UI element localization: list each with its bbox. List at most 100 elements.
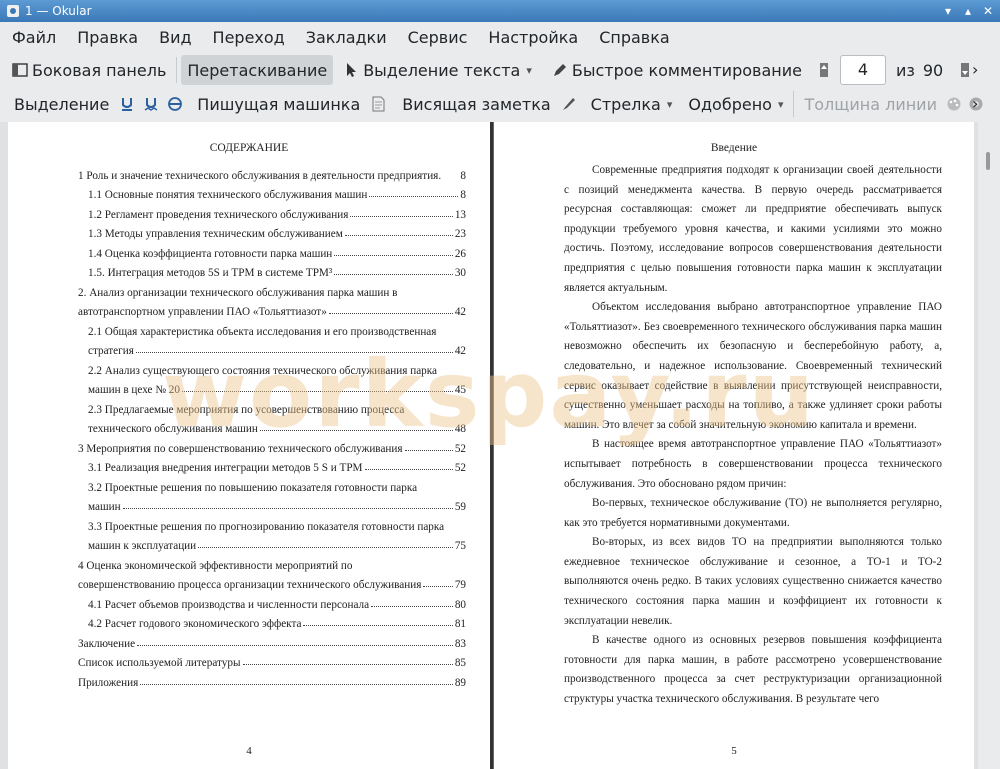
text-selection-button[interactable]: Выделение текста ▾ — [337, 55, 538, 85]
toc-entry-text: 2.3 Предлагаемые мероприятия по усоверше… — [88, 403, 405, 416]
toc-entry-page: 45 — [454, 384, 466, 396]
toc-entry-page: 79 — [454, 579, 466, 591]
window-title: 1 — Okular — [25, 4, 92, 18]
toc-leader — [135, 352, 453, 353]
arrow-label: Стрелка — [590, 94, 661, 114]
brush-icon — [562, 98, 575, 110]
scrollbar-thumb[interactable] — [986, 152, 990, 170]
toc-leader — [404, 449, 453, 451]
sidebar-label: Боковая панель — [32, 60, 167, 80]
menu-tools[interactable]: Сервис — [396, 28, 477, 47]
note-icon — [372, 96, 385, 112]
maximize-icon[interactable]: ▴ — [961, 4, 975, 18]
toc-entry-text: 3 Мероприятия по совершенствованию техни… — [78, 442, 403, 455]
vertical-scrollbar[interactable] — [978, 122, 1000, 769]
chevron-down-icon[interactable]: ▾ — [778, 98, 784, 111]
toc-entry-page: 81 — [454, 618, 466, 630]
minimize-icon[interactable]: ▾ — [941, 4, 955, 18]
toolbar-separator — [176, 57, 178, 83]
drag-mode-button[interactable]: Перетаскивание — [181, 55, 334, 85]
pen-icon — [553, 64, 566, 76]
quick-comment-button[interactable]: Быстрое комментирование — [546, 55, 808, 85]
close-icon[interactable]: ✕ — [981, 4, 995, 18]
toc-entry-page: 42 — [454, 306, 466, 318]
table-of-contents: 1 Роль и значение технического обслужива… — [78, 162, 466, 689]
chevron-down-icon[interactable]: ▾ — [526, 64, 532, 77]
toc-entry-text: Приложения — [78, 676, 139, 689]
menu-view[interactable]: Вид — [147, 28, 200, 47]
freehand-button[interactable] — [557, 89, 581, 119]
arrow-button[interactable]: Стрелка ▾ — [585, 89, 679, 119]
toc-entry-text: машин в цехе № 20 — [88, 384, 180, 396]
annotation-toolbar: Выделение Пишущая машинка Висящая заметк… — [0, 88, 1000, 120]
drag-mode-label: Перетаскивание — [187, 60, 328, 80]
section-title: Введение — [710, 142, 758, 154]
toc-leader — [303, 625, 453, 626]
toc-entry-page: 30 — [454, 267, 466, 279]
toc-title: СОДЕРЖАНИЕ — [209, 142, 289, 154]
toc-leader — [344, 235, 453, 236]
toc-entry-page: 23 — [454, 228, 466, 240]
toc-entry: 3.1 Реализация внедрения интеграции мето… — [78, 455, 466, 474]
toc-entry: автотранспортном управлении ПАО «Тольятт… — [78, 299, 466, 318]
toc-entry: 2. Анализ организации технического обслу… — [78, 279, 466, 299]
toc-entry: 3.2 Проектные решения по повышению показ… — [78, 474, 466, 494]
toc-entry-page: 52 — [454, 462, 466, 474]
toc-entry-page: 59 — [454, 501, 466, 513]
toc-entry-text: совершенствованию процесса организации т… — [78, 579, 422, 591]
chevron-right-icon[interactable]: › — [972, 94, 978, 113]
arrow-down-icon — [961, 63, 970, 77]
chevron-right-icon[interactable]: › — [972, 60, 978, 79]
toc-entry-text: 4 Оценка экономической эффективности мер… — [78, 559, 353, 572]
toc-leader — [328, 313, 453, 314]
highlight-label: Выделение — [14, 94, 110, 114]
line-width-button[interactable]: Толщина линии — [798, 89, 943, 119]
paragraph: Современные предприятия подходят к орган… — [564, 164, 942, 294]
toc-leader — [122, 508, 453, 509]
toc-entry-text: автотранспортном управлении ПАО «Тольятт… — [78, 306, 327, 318]
menu-help[interactable]: Справка — [587, 28, 679, 47]
window-titlebar: 1 — Okular ▾ ▴ ✕ — [0, 0, 1000, 22]
strikeout-button[interactable] — [163, 89, 187, 119]
typewriter-button[interactable]: Пишущая машинка — [191, 89, 366, 119]
toc-entry-page: 52 — [454, 442, 466, 455]
document-view[interactable]: СОДЕРЖАНИЕ 1 Роль и значение техническог… — [0, 122, 1000, 769]
previous-page-button[interactable] — [814, 55, 834, 85]
menu-go[interactable]: Переход — [201, 28, 294, 47]
paragraph: Во-вторых, из всех видов ТО на предприят… — [564, 536, 942, 627]
toc-leader — [140, 683, 453, 685]
menu-bookmarks[interactable]: Закладки — [294, 28, 396, 47]
arrow-up-icon — [819, 63, 828, 77]
toc-entry-text: 2.2 Анализ существующего состояния техни… — [88, 364, 438, 377]
toc-entry-page: 89 — [454, 676, 466, 689]
note-button[interactable] — [366, 89, 390, 119]
squiggly-button[interactable] — [139, 89, 163, 119]
toc-entry: Заключение 83 — [78, 630, 466, 650]
toc-entry-text: машин к эксплуатации — [88, 540, 197, 552]
sidebar-button[interactable]: Боковая панель — [6, 55, 172, 85]
toc-leader — [259, 430, 453, 431]
sticky-note-button[interactable]: Висящая заметка — [396, 89, 556, 119]
toc-leader — [181, 391, 453, 392]
toc-entry: 4.2 Расчет годового экономического эффек… — [78, 611, 466, 630]
toc-leader — [350, 215, 453, 217]
toc-entry-text: машин — [88, 501, 121, 513]
line-width-label: Толщина линии — [804, 94, 937, 114]
underline-icon — [122, 98, 133, 111]
highlight-button[interactable]: Выделение — [8, 89, 115, 119]
strikeout-icon — [168, 97, 183, 111]
toc-leader — [198, 547, 453, 548]
menu-bar: Файл Правка Вид Переход Закладки Сервис … — [0, 22, 1000, 52]
toc-entry: Список используемой литературы 85 — [78, 650, 466, 669]
toc-entry-text: 4.2 Расчет годового экономического эффек… — [88, 618, 302, 630]
chevron-down-icon[interactable]: ▾ — [667, 98, 673, 111]
color-button[interactable] — [943, 89, 965, 119]
underline-button[interactable] — [115, 89, 139, 119]
menu-settings[interactable]: Настройка — [476, 28, 587, 47]
document-page: Введение Современные предприятия подходя… — [493, 122, 974, 769]
page-number-input[interactable]: 4 — [839, 55, 886, 85]
menu-file[interactable]: Файл — [0, 28, 65, 47]
sticky-note-label: Висящая заметка — [402, 94, 551, 114]
stamp-button[interactable]: Одобрено ▾ — [682, 89, 789, 119]
menu-edit[interactable]: Правка — [65, 28, 147, 47]
